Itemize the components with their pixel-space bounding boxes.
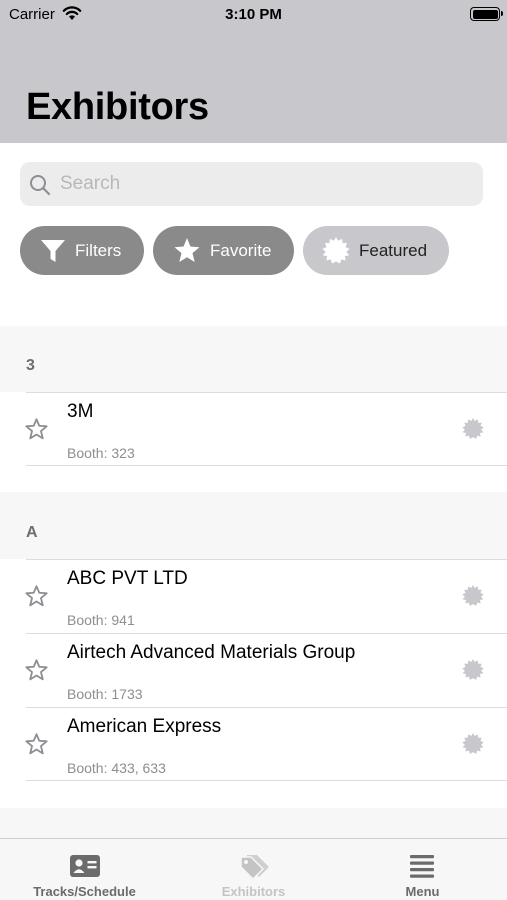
id-card-icon [70, 855, 100, 877]
search-bar[interactable] [20, 162, 483, 206]
featured-badge-icon [322, 236, 350, 264]
search-icon [30, 175, 51, 196]
section-letter: A [26, 524, 38, 541]
tags-icon [240, 855, 269, 881]
filter-funnel-icon [41, 239, 65, 262]
exhibitor-name: 3M [67, 401, 94, 422]
filters-button[interactable]: Filters [20, 226, 144, 275]
row-divider [26, 559, 507, 560]
featured-button[interactable]: Featured [303, 226, 449, 275]
row-divider [26, 392, 507, 393]
section-header: A [0, 492, 507, 559]
booth-number: Booth: 433, 633 [67, 760, 166, 776]
tab-label: Menu [405, 884, 440, 899]
list-footer-spacer [0, 808, 507, 838]
exhibitor-name: ABC PVT LTD [67, 568, 188, 589]
booth-number: Booth: 323 [67, 445, 135, 461]
exhibitor-row[interactable]: ABC PVT LTD Booth: 941 [0, 559, 507, 633]
star-icon [174, 238, 200, 262]
row-divider [26, 780, 507, 781]
favorite-star-icon[interactable] [25, 585, 48, 607]
featured-badge-icon [462, 418, 484, 439]
status-bar: Carrier 3:10 PM [0, 0, 507, 30]
tab-menu[interactable]: Menu [338, 839, 507, 900]
tab-bar: Tracks/Schedule Exhibitors Menu [0, 838, 507, 900]
booth-number: Booth: 941 [67, 612, 135, 628]
exhibitor-name: American Express [67, 716, 222, 737]
clock: 3:10 PM [225, 6, 282, 23]
search-input[interactable] [60, 162, 470, 206]
favorite-star-icon[interactable] [25, 733, 48, 755]
tab-label: Exhibitors [221, 884, 286, 899]
section-letter: 3 [26, 357, 35, 374]
featured-badge-icon [462, 585, 484, 606]
featured-label: Featured [359, 240, 428, 260]
favorite-star-icon[interactable] [25, 659, 48, 681]
exhibitor-row[interactable]: Airtech Advanced Materials Group Booth: … [0, 633, 507, 707]
featured-badge-icon [462, 733, 484, 754]
row-divider [26, 707, 507, 708]
filters-label: Filters [75, 240, 122, 260]
favorite-button[interactable]: Favorite [153, 226, 294, 275]
page-title: Exhibitors [26, 86, 209, 128]
favorite-star-icon[interactable] [25, 418, 48, 440]
exhibitor-row[interactable]: 3M Booth: 323 [0, 392, 507, 466]
battery-icon [470, 7, 503, 21]
exhibitor-row[interactable]: American Express Booth: 433, 633 [0, 707, 507, 781]
tab-tracks-schedule[interactable]: Tracks/Schedule [0, 839, 169, 900]
featured-badge-icon [462, 659, 484, 680]
exhibitor-name: Airtech Advanced Materials Group [67, 642, 356, 663]
menu-icon [410, 855, 434, 878]
section-header: 3 [0, 326, 507, 392]
favorite-label: Favorite [210, 240, 272, 260]
tab-label: Tracks/Schedule [33, 884, 136, 899]
tab-exhibitors[interactable]: Exhibitors [169, 839, 338, 900]
header-area: Carrier 3:10 PM Exhibitors [0, 0, 507, 143]
row-divider [26, 633, 507, 634]
row-divider [26, 465, 507, 466]
booth-number: Booth: 1733 [67, 686, 143, 702]
